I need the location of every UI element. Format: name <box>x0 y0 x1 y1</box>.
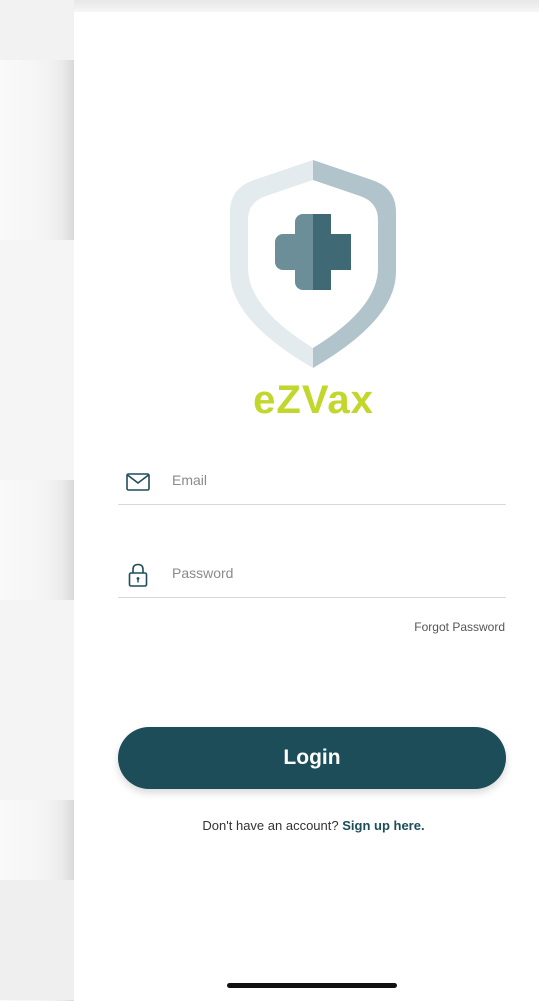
lock-icon <box>128 563 148 587</box>
shield-plus-icon <box>230 160 396 368</box>
mail-icon <box>126 473 150 491</box>
password-field-row[interactable] <box>118 553 506 598</box>
signup-prompt-text: Don't have an account? <box>202 818 339 833</box>
top-edge <box>74 0 539 12</box>
brand-title: eZVax <box>253 378 374 422</box>
password-input[interactable] <box>172 557 492 589</box>
signup-prompt: Don't have an account? Sign up here. <box>0 818 539 833</box>
login-button[interactable]: Login <box>118 727 506 789</box>
login-screen: eZVax Forgot Password Login Don't have a… <box>0 0 539 1001</box>
forgot-password-link[interactable]: Forgot Password <box>414 620 505 634</box>
home-indicator[interactable] <box>227 983 397 988</box>
background-screen-edge <box>0 0 74 1001</box>
signup-link[interactable]: Sign up here. <box>342 818 424 833</box>
email-field-row[interactable] <box>118 460 506 505</box>
email-input[interactable] <box>172 464 492 496</box>
